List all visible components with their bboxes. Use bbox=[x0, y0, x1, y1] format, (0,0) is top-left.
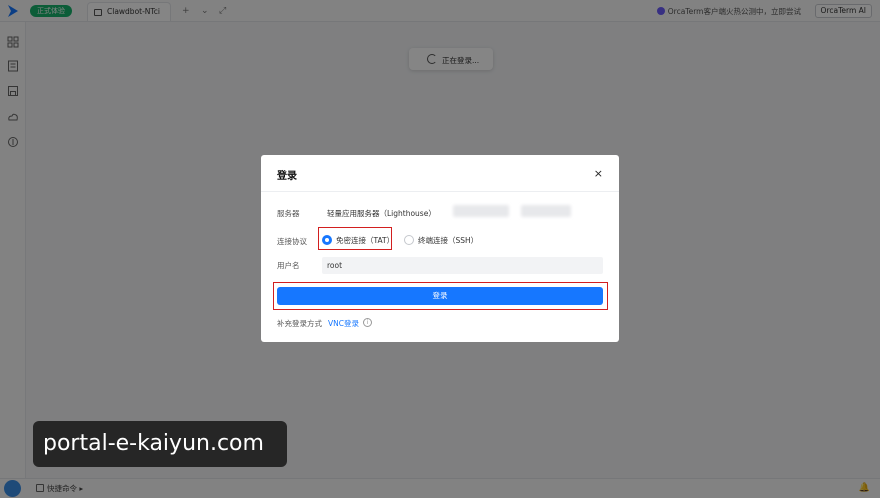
info-icon[interactable]: i bbox=[363, 318, 372, 327]
redacted-ip bbox=[453, 205, 509, 217]
server-value: 轻量应用服务器（Lighthouse） bbox=[327, 209, 436, 218]
server-label: 服务器 bbox=[277, 209, 300, 218]
username-value: root bbox=[327, 261, 343, 270]
watermark: portal-e-kaiyun.com bbox=[33, 421, 287, 467]
divider bbox=[261, 191, 619, 192]
username-input[interactable] bbox=[322, 257, 603, 274]
login-dialog: 登录 × 服务器 轻量应用服务器（Lighthouse） 连接协议 免密连接（T… bbox=[261, 155, 619, 342]
extra-login-label: 补充登录方式 bbox=[277, 319, 322, 328]
protocol-label: 连接协议 bbox=[277, 237, 307, 246]
radio-ssh[interactable] bbox=[404, 235, 414, 245]
username-label: 用户名 bbox=[277, 261, 300, 270]
redacted-ip bbox=[521, 205, 571, 217]
radio-ssh-label[interactable]: 终端连接（SSH） bbox=[418, 235, 478, 246]
dialog-title: 登录 bbox=[277, 171, 297, 182]
login-button[interactable]: 登录 bbox=[277, 287, 603, 305]
highlight-box bbox=[318, 227, 392, 250]
vnc-login-link[interactable]: VNC登录 bbox=[328, 318, 359, 329]
close-icon[interactable]: × bbox=[594, 168, 603, 180]
